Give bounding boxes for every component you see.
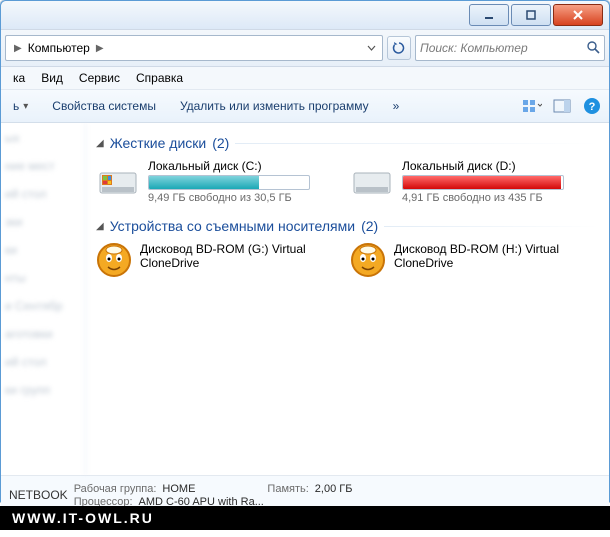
computer-name: NETBOOK <box>9 488 68 502</box>
chevron-right-icon: ▶ <box>8 43 28 54</box>
sidebar-item[interactable]: и Сентябр <box>5 299 81 313</box>
help-icon: ? <box>583 97 601 115</box>
drive-name: Локальный диск (D:) <box>402 159 580 173</box>
breadcrumb[interactable]: ▶ Компьютер ▶ <box>5 35 383 61</box>
system-properties-button[interactable]: Свойства системы <box>46 96 162 116</box>
memory-label: Память: <box>267 483 308 495</box>
refresh-button[interactable] <box>387 36 411 60</box>
group-header-hdd[interactable]: ◢ Жесткие диски (2) <box>96 135 599 151</box>
memory-value: 2,00 ГБ <box>315 483 353 495</box>
preview-pane-button[interactable] <box>551 95 573 117</box>
body-area: ых ние мест ий стол зки ки нты и Сентябр… <box>1 123 609 475</box>
window-controls <box>469 4 603 26</box>
menu-help[interactable]: Справка <box>128 69 191 87</box>
removable-name: Дисковод BD-ROM (H:) Virtual CloneDrive <box>394 242 580 270</box>
search-placeholder: Поиск: Компьютер <box>420 41 528 55</box>
usage-bar <box>402 175 564 190</box>
usage-bar <box>148 175 310 190</box>
drive-item-c[interactable]: Локальный диск (C:) 9,49 ГБ свободно из … <box>96 159 326 204</box>
drive-name: Локальный диск (C:) <box>148 159 326 173</box>
drive-list: Локальный диск (C:) 9,49 ГБ свободно из … <box>96 159 599 204</box>
chevron-down-icon <box>367 44 376 53</box>
content-pane: ◢ Жесткие диски (2) Локальный диск (C:) … <box>86 123 609 475</box>
sidebar-item[interactable]: ки <box>5 243 81 257</box>
sidebar-item[interactable]: зки <box>5 215 81 229</box>
command-bar: ь ▾ Свойства системы Удалить или изменит… <box>1 90 609 123</box>
drive-free-text: 4,91 ГБ свободно из 435 ГБ <box>402 192 580 204</box>
group-count: (2) <box>361 218 378 234</box>
maximize-button[interactable] <box>511 4 551 26</box>
uninstall-program-button[interactable]: Удалить или изменить программу <box>174 96 375 116</box>
help-button[interactable]: ? <box>581 95 603 117</box>
sidebar-item[interactable]: ых <box>5 131 81 145</box>
watermark: WWW.IT-OWL.RU <box>0 506 610 530</box>
hdd-icon <box>96 159 140 199</box>
removable-name: Дисковод BD-ROM (G:) Virtual CloneDrive <box>140 242 326 270</box>
clonedrive-icon <box>350 242 386 278</box>
sidebar-item[interactable]: ние мест <box>5 159 81 173</box>
drive-free-text: 9,49 ГБ свободно из 30,5 ГБ <box>148 192 326 204</box>
breadcrumb-item[interactable]: Компьютер <box>28 41 90 55</box>
chevron-right-icon: ▶ <box>90 43 110 54</box>
hdd-icon <box>350 159 394 199</box>
sidebar-item[interactable]: ий стол <box>5 187 81 201</box>
maximize-icon <box>525 9 537 21</box>
minimize-icon <box>483 9 495 21</box>
menu-service[interactable]: Сервис <box>71 69 128 87</box>
close-button[interactable] <box>553 4 603 26</box>
drive-item-d[interactable]: Локальный диск (D:) 4,91 ГБ свободно из … <box>350 159 580 204</box>
removable-item-g[interactable]: Дисковод BD-ROM (G:) Virtual CloneDrive <box>96 242 326 278</box>
group-header-removable[interactable]: ◢ Устройства со съемными носителями (2) <box>96 218 599 234</box>
collapse-icon: ◢ <box>96 138 104 149</box>
toolbar-overflow[interactable]: » <box>387 96 406 116</box>
menu-view[interactable]: Вид <box>33 69 71 87</box>
view-options-button[interactable] <box>521 95 543 117</box>
removable-item-h[interactable]: Дисковод BD-ROM (H:) Virtual CloneDrive <box>350 242 580 278</box>
group-count: (2) <box>212 135 229 151</box>
minimize-button[interactable] <box>469 4 509 26</box>
search-icon <box>586 40 600 57</box>
search-input[interactable]: Поиск: Компьютер <box>415 35 605 61</box>
sidebar-item[interactable]: ий стол <box>5 355 81 369</box>
collapse-icon: ◢ <box>96 221 104 232</box>
removable-list: Дисковод BD-ROM (G:) Virtual CloneDrive … <box>96 242 599 278</box>
navigation-pane[interactable]: ых ние мест ий стол зки ки нты и Сентябр… <box>1 123 86 475</box>
sidebar-item[interactable]: аготовки <box>5 327 81 341</box>
close-icon <box>571 9 585 21</box>
group-title: Устройства со съемными носителями <box>110 218 355 234</box>
preview-pane-icon <box>553 99 571 113</box>
sidebar-item[interactable]: ки групп <box>5 383 81 397</box>
menu-truncated[interactable]: ка <box>5 69 33 87</box>
nav-bar: ▶ Компьютер ▶ Поиск: Компьютер <box>1 30 609 67</box>
menu-bar: ка Вид Сервис Справка <box>1 67 609 90</box>
explorer-window: ▶ Компьютер ▶ Поиск: Компьютер ка Вид Се… <box>0 0 610 502</box>
tiles-icon <box>522 98 542 114</box>
breadcrumb-dropdown[interactable] <box>363 44 380 53</box>
svg-text:?: ? <box>589 101 596 113</box>
refresh-icon <box>392 41 406 55</box>
workgroup-label: Рабочая группа: <box>74 483 157 495</box>
title-bar <box>1 1 609 30</box>
clonedrive-icon <box>96 242 132 278</box>
organize-dropdown[interactable]: ь ▾ <box>7 96 34 116</box>
sidebar-item[interactable]: нты <box>5 271 81 285</box>
group-title: Жесткие диски <box>110 135 207 151</box>
workgroup-value: HOME <box>162 483 195 495</box>
